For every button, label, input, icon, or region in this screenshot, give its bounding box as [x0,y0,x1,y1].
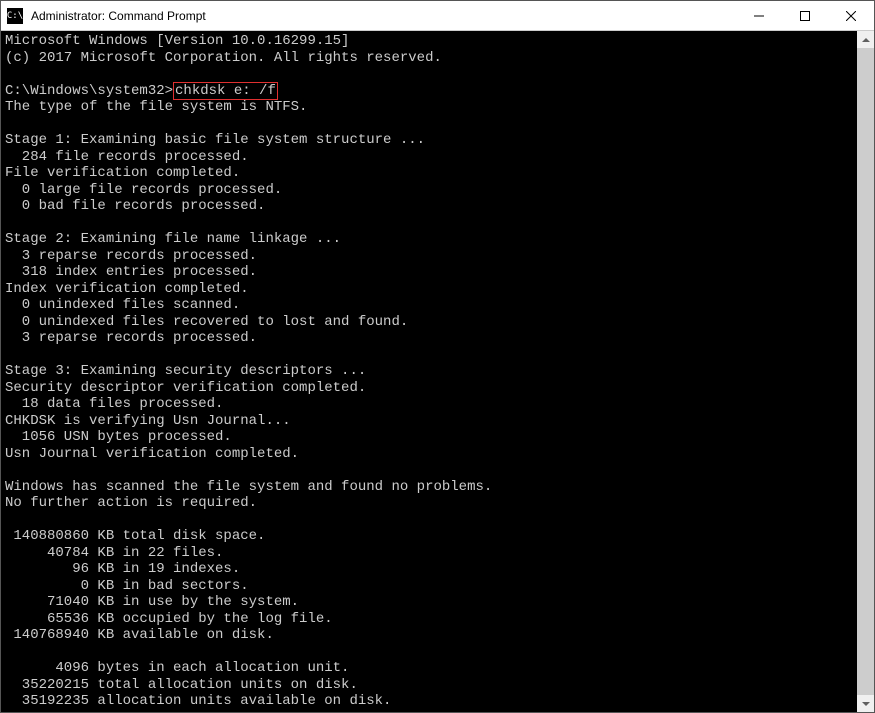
titlebar[interactable]: C:\ Administrator: Command Prompt [1,1,874,31]
prompt: C:\Windows\system32> [5,83,173,99]
output-before: Microsoft Windows [Version 10.0.16299.15… [5,33,442,66]
maximize-button[interactable] [782,1,828,30]
command-highlight: chkdsk e: /f [173,82,278,100]
window-controls [736,1,874,30]
output-after: The type of the file system is NTFS. Sta… [5,99,492,709]
scrollbar[interactable] [857,31,874,712]
scroll-down-button[interactable] [857,695,874,712]
scroll-up-button[interactable] [857,31,874,48]
minimize-button[interactable] [736,1,782,30]
window-title: Administrator: Command Prompt [29,9,736,23]
cmd-icon: C:\ [7,8,23,24]
close-button[interactable] [828,1,874,30]
command-prompt-window: C:\ Administrator: Command Prompt Micros… [0,0,875,713]
scroll-track[interactable] [857,48,874,695]
terminal-output[interactable]: Microsoft Windows [Version 10.0.16299.15… [1,31,857,712]
scroll-thumb[interactable] [857,48,874,695]
